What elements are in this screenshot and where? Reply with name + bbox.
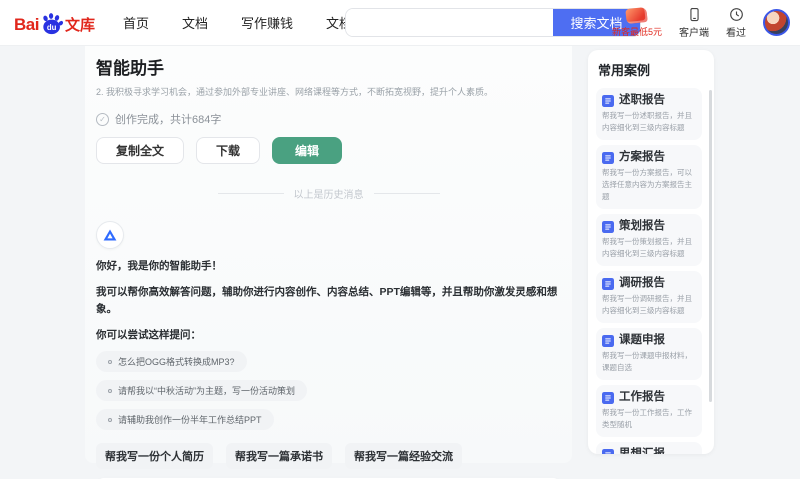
clock-icon	[729, 7, 743, 21]
copy-full-text-button[interactable]: 复制全文	[96, 137, 185, 164]
promo-mascot-icon	[625, 6, 649, 24]
greeting-line-3: 你可以尝试这样提问：	[96, 329, 201, 341]
case-description: 帮我写一份工作报告，工作类型随机	[602, 408, 692, 429]
sidebar-scrollbar[interactable]	[709, 90, 712, 402]
case-card-header: 策划报告	[602, 220, 697, 233]
phone-icon	[689, 7, 699, 21]
status-text: 创作完成，共计684字	[115, 114, 222, 126]
document-icon	[602, 448, 614, 454]
case-title: 课题申报	[619, 334, 665, 346]
case-card-header: 调研报告	[602, 277, 697, 290]
case-card-header: 课题申报	[602, 334, 697, 347]
case-card-header: 方案报告	[602, 151, 697, 164]
assistant-avatar	[96, 221, 124, 249]
wenku-ai-logo-icon	[103, 229, 117, 241]
case-card[interactable]: 思想汇报 帮我写一份思想汇报	[596, 442, 702, 454]
nav-item[interactable]: 文档	[182, 13, 208, 32]
result-actions: 复制全文 下载 编辑	[96, 137, 561, 164]
document-icon	[602, 277, 614, 290]
case-description: 帮我写一份调研报告，并且内容细化到三级内容标题	[602, 294, 692, 315]
bullet-circle-icon	[108, 359, 112, 364]
case-title: 工作报告	[619, 391, 665, 403]
case-title: 述职报告	[619, 94, 665, 106]
case-description: 帮我写一份课题申报材料，课题自选	[602, 351, 692, 372]
quick-prompt-chip[interactable]: 帮我写一篇经验交流	[345, 443, 462, 469]
case-title: 思想汇报	[619, 448, 665, 454]
promo-label: 新客最低5元	[611, 26, 662, 37]
edit-button[interactable]: 编辑	[272, 137, 343, 164]
greeting-line-2: 我可以帮你高效解答问题，辅助你进行内容创作、内容总结、PPT编辑等，并且帮助你激…	[96, 286, 558, 315]
document-icon	[602, 151, 614, 164]
suggestion-text: 怎么把OGG格式转换成MP3?	[118, 357, 235, 367]
case-description: 帮我写一份方案报告，可以选择任意内容为方案报告主题	[602, 168, 692, 201]
quick-prompt-chip[interactable]: 帮我写一份个人简历	[96, 443, 213, 469]
case-card[interactable]: 述职报告 帮我写一份述职报告，并且内容细化到三级内容标题	[596, 88, 702, 140]
header-actions: 新客最低5元 客户端 看过	[612, 0, 790, 45]
viewed-label: 看过	[726, 27, 746, 39]
assistant-panel: 智能助手 2. 我积极寻求学习机会，通过参加外部专业讲座、网络课程等方式，不断拓…	[85, 45, 572, 479]
suggestion-chip[interactable]: 请辅助我创作一份半年工作总结PPT	[96, 409, 274, 430]
svg-text:du: du	[47, 22, 57, 31]
quick-prompt-row: 帮我写一份个人简历 帮我写一篇承诺书 帮我写一篇经验交流	[96, 443, 561, 469]
case-card[interactable]: 策划报告 帮我写一份策划报告，并且内容细化到三级内容标题	[596, 214, 702, 266]
document-icon	[602, 94, 614, 107]
document-icon	[602, 334, 614, 347]
case-card[interactable]: 方案报告 帮我写一份方案报告，可以选择任意内容为方案报告主题	[596, 145, 702, 209]
generation-status: ✓ 创作完成，共计684字	[96, 111, 561, 127]
quick-prompt-chip[interactable]: 帮我写一篇承诺书	[226, 443, 332, 469]
common-cases-panel: 常用案例 述职报告 帮我写一份述职报告，并且内容细化到三级内容标题 方案报告 帮…	[588, 50, 714, 454]
document-icon	[602, 220, 614, 233]
case-list: 述职报告 帮我写一份述职报告，并且内容细化到三级内容标题 方案报告 帮我写一份方…	[596, 88, 708, 454]
nav-item[interactable]: 写作赚钱	[241, 13, 293, 32]
suggestion-text: 请帮我以“中秋活动”为主题，写一份活动策划	[118, 386, 295, 396]
nav-item[interactable]: 首页	[123, 13, 149, 32]
case-title: 调研报告	[619, 277, 665, 289]
divider-line	[217, 193, 284, 194]
case-card[interactable]: 工作报告 帮我写一份工作报告，工作类型随机	[596, 385, 702, 437]
case-card[interactable]: 课题申报 帮我写一份课题申报材料，课题自选	[596, 328, 702, 380]
sidebar-title: 常用案例	[598, 63, 651, 78]
baidu-wenku-logo[interactable]: Bai du 文库	[14, 11, 95, 35]
suggestion-chip[interactable]: 请帮我以“中秋活动”为主题，写一份活动策划	[96, 380, 307, 401]
case-title: 方案报告	[619, 151, 665, 163]
client-label: 客户端	[679, 27, 709, 39]
case-title: 策划报告	[619, 220, 665, 232]
case-card[interactable]: 调研报告 帮我写一份调研报告，并且内容细化到三级内容标题	[596, 271, 702, 323]
assistant-message: 你好，我是你的智能助手！ 我可以帮你高效解答问题，辅助你进行内容创作、内容总结、…	[96, 221, 561, 430]
history-message-text: 2. 我积极寻求学习机会，通过参加外部专业讲座、网络课程等方式，不断拓宽视野，提…	[96, 87, 494, 97]
suggestion-text: 请辅助我创作一份半年工作总结PPT	[118, 415, 262, 425]
case-description: 帮我写一份述职报告，并且内容细化到三级内容标题	[602, 111, 692, 132]
logo-text-wenku: 文库	[64, 16, 95, 34]
document-icon	[602, 391, 614, 404]
check-circle-icon: ✓	[96, 112, 109, 126]
baidu-paw-icon: du	[40, 11, 64, 35]
bullet-circle-icon	[108, 388, 112, 393]
download-button[interactable]: 下载	[196, 137, 261, 164]
case-description: 帮我写一份策划报告，并且内容细化到三级内容标题	[602, 237, 692, 258]
bullet-circle-icon	[108, 417, 112, 422]
user-avatar[interactable]	[763, 9, 790, 36]
divider-text: 以上是历史消息	[293, 190, 364, 201]
viewed-history-entry[interactable]: 看过	[726, 7, 746, 39]
page-title: 智能助手	[96, 59, 164, 78]
new-user-promo[interactable]: 新客最低5元	[611, 6, 662, 38]
greeting-line-1: 你好，我是你的智能助手！	[96, 260, 222, 272]
history-divider: 以上是历史消息	[96, 186, 561, 201]
search-bar: 搜索文档	[345, 8, 641, 37]
case-card-header: 工作报告	[602, 391, 697, 404]
main-area: 智能助手 2. 我积极寻求学习机会，通过参加外部专业讲座、网络课程等方式，不断拓…	[0, 45, 800, 479]
case-card-header: 述职报告	[602, 94, 697, 107]
logo-text-bai: Bai	[14, 14, 39, 34]
client-app-entry[interactable]: 客户端	[679, 7, 709, 39]
suggestion-chip[interactable]: 怎么把OGG格式转换成MP3?	[96, 351, 247, 372]
divider-line	[373, 193, 440, 194]
suggestion-list: 怎么把OGG格式转换成MP3? 请帮我以“中秋活动”为主题，写一份活动策划 请辅…	[96, 351, 561, 430]
case-card-header: 思想汇报	[602, 448, 697, 454]
search-input[interactable]	[346, 9, 553, 36]
header: Bai du 文库 首页文档写作赚钱文档工具更多 搜索文档 新客最低5元	[0, 0, 800, 45]
